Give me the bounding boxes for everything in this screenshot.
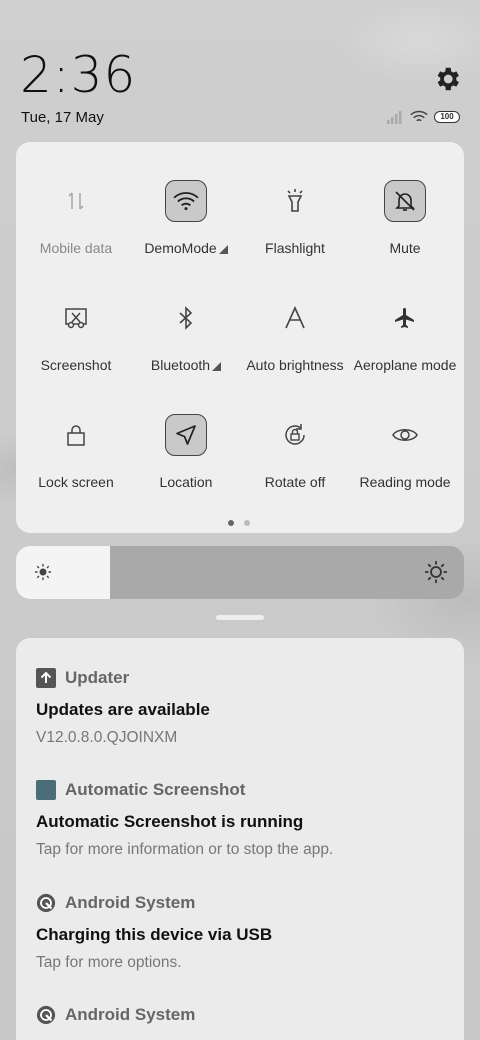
- expand-triangle-icon: [218, 245, 228, 254]
- tile-location[interactable]: Location: [131, 376, 241, 490]
- tile-flashlight[interactable]: Flashlight: [240, 142, 350, 256]
- battery-icon: 100: [434, 111, 460, 123]
- notification-body: V12.0.8.0.QJOINXM: [36, 729, 178, 746]
- notification-app-name: Android System: [65, 1005, 196, 1024]
- lock-icon: [55, 414, 97, 456]
- android-system-icon: [36, 893, 56, 913]
- rotate-lock-icon: [274, 414, 316, 456]
- tile-label: Rotate off: [264, 474, 326, 490]
- quick-settings-panel: Mobile data DemoMode Flashlight Mute Scr…: [16, 142, 464, 533]
- android-system-icon: [36, 1005, 56, 1025]
- wifi-status-icon: [410, 110, 428, 122]
- tile-reading-mode[interactable]: Reading mode: [350, 376, 460, 490]
- bluetooth-icon: [165, 297, 207, 339]
- scissors-icon: [55, 297, 97, 339]
- location-arrow-icon: [165, 414, 207, 456]
- page-dot[interactable]: [244, 520, 250, 526]
- auto-brightness-icon: [274, 297, 316, 339]
- gear-icon[interactable]: [432, 64, 462, 94]
- airplane-icon: [384, 297, 426, 339]
- tile-label: DemoMode: [125, 240, 247, 256]
- mobile-data-icon: [55, 180, 97, 222]
- page-indicator: [228, 520, 250, 526]
- tile-label: Bluetooth: [125, 357, 247, 373]
- bell-off-icon: [384, 180, 426, 222]
- page-dot[interactable]: [228, 520, 234, 526]
- tile-label: Mobile data: [39, 240, 113, 256]
- notification-automatic-screenshot[interactable]: Automatic Screenshot Automatic Screensho…: [36, 780, 456, 859]
- tile-label: Auto brightness: [246, 357, 344, 373]
- notification-body: Tap for more options.: [36, 954, 182, 971]
- brightness-slider[interactable]: [16, 546, 464, 599]
- notification-panel: Updater Updates are available V12.0.8.0.…: [16, 638, 464, 1040]
- date[interactable]: Tue, 17 May: [21, 109, 104, 126]
- eye-icon: [384, 414, 426, 456]
- notification-app-row: Android System: [36, 893, 456, 913]
- expand-triangle-icon: [212, 362, 222, 371]
- flashlight-icon: [274, 180, 316, 222]
- upload-arrow-icon: [36, 668, 56, 688]
- notification-android-system[interactable]: Android System: [36, 1005, 456, 1025]
- clock[interactable]: 2:36: [20, 46, 136, 104]
- tile-label: Aeroplane mode: [353, 357, 457, 373]
- notification-updater[interactable]: Updater Updates are available V12.0.8.0.…: [36, 668, 456, 747]
- notification-app-row: Updater: [36, 668, 456, 688]
- app-square-icon: [36, 780, 56, 800]
- notification-app-name: Automatic Screenshot: [65, 780, 246, 799]
- tile-mobile-data[interactable]: Mobile data: [21, 142, 131, 256]
- drag-handle[interactable]: [216, 615, 264, 620]
- notification-app-row: Automatic Screenshot: [36, 780, 456, 800]
- tile-demomode[interactable]: DemoMode: [131, 142, 241, 256]
- tile-bluetooth[interactable]: Bluetooth: [131, 259, 241, 373]
- tile-label: Reading mode: [359, 474, 451, 490]
- notification-app-name: Android System: [65, 893, 196, 912]
- tile-label: Flashlight: [265, 240, 325, 256]
- tile-rotate-off[interactable]: Rotate off: [240, 376, 350, 490]
- tile-auto-brightness[interactable]: Auto brightness: [240, 259, 350, 373]
- tile-aeroplane-mode[interactable]: Aeroplane mode: [350, 259, 460, 373]
- brightness-fill: [16, 546, 111, 599]
- signal-icon: [387, 111, 402, 124]
- tile-mute[interactable]: Mute: [350, 142, 460, 256]
- tile-label: Location: [159, 474, 213, 490]
- status-area: 2:36 Tue, 17 May 100: [0, 0, 480, 140]
- notification-app-row: Android System: [36, 1005, 456, 1025]
- brightness-low-icon: [35, 564, 51, 580]
- system-icons: 100: [386, 108, 460, 126]
- notification-title: Charging this device via USB: [36, 925, 273, 944]
- tile-lock-screen[interactable]: Lock screen: [21, 376, 131, 490]
- notification-title: Automatic Screenshot is running: [36, 812, 304, 831]
- wifi-icon: [165, 180, 207, 222]
- notification-body: Tap for more information or to stop the …: [36, 841, 334, 858]
- tile-label: Lock screen: [38, 474, 114, 490]
- tile-screenshot[interactable]: Screenshot: [21, 259, 131, 373]
- notification-app-name: Updater: [65, 668, 130, 687]
- tile-label: Mute: [389, 240, 421, 256]
- notification-android-system-usb[interactable]: Android System Charging this device via …: [36, 893, 456, 972]
- tile-label: Screenshot: [40, 357, 112, 373]
- brightness-high-icon: [425, 561, 447, 583]
- notification-title: Updates are available: [36, 700, 210, 719]
